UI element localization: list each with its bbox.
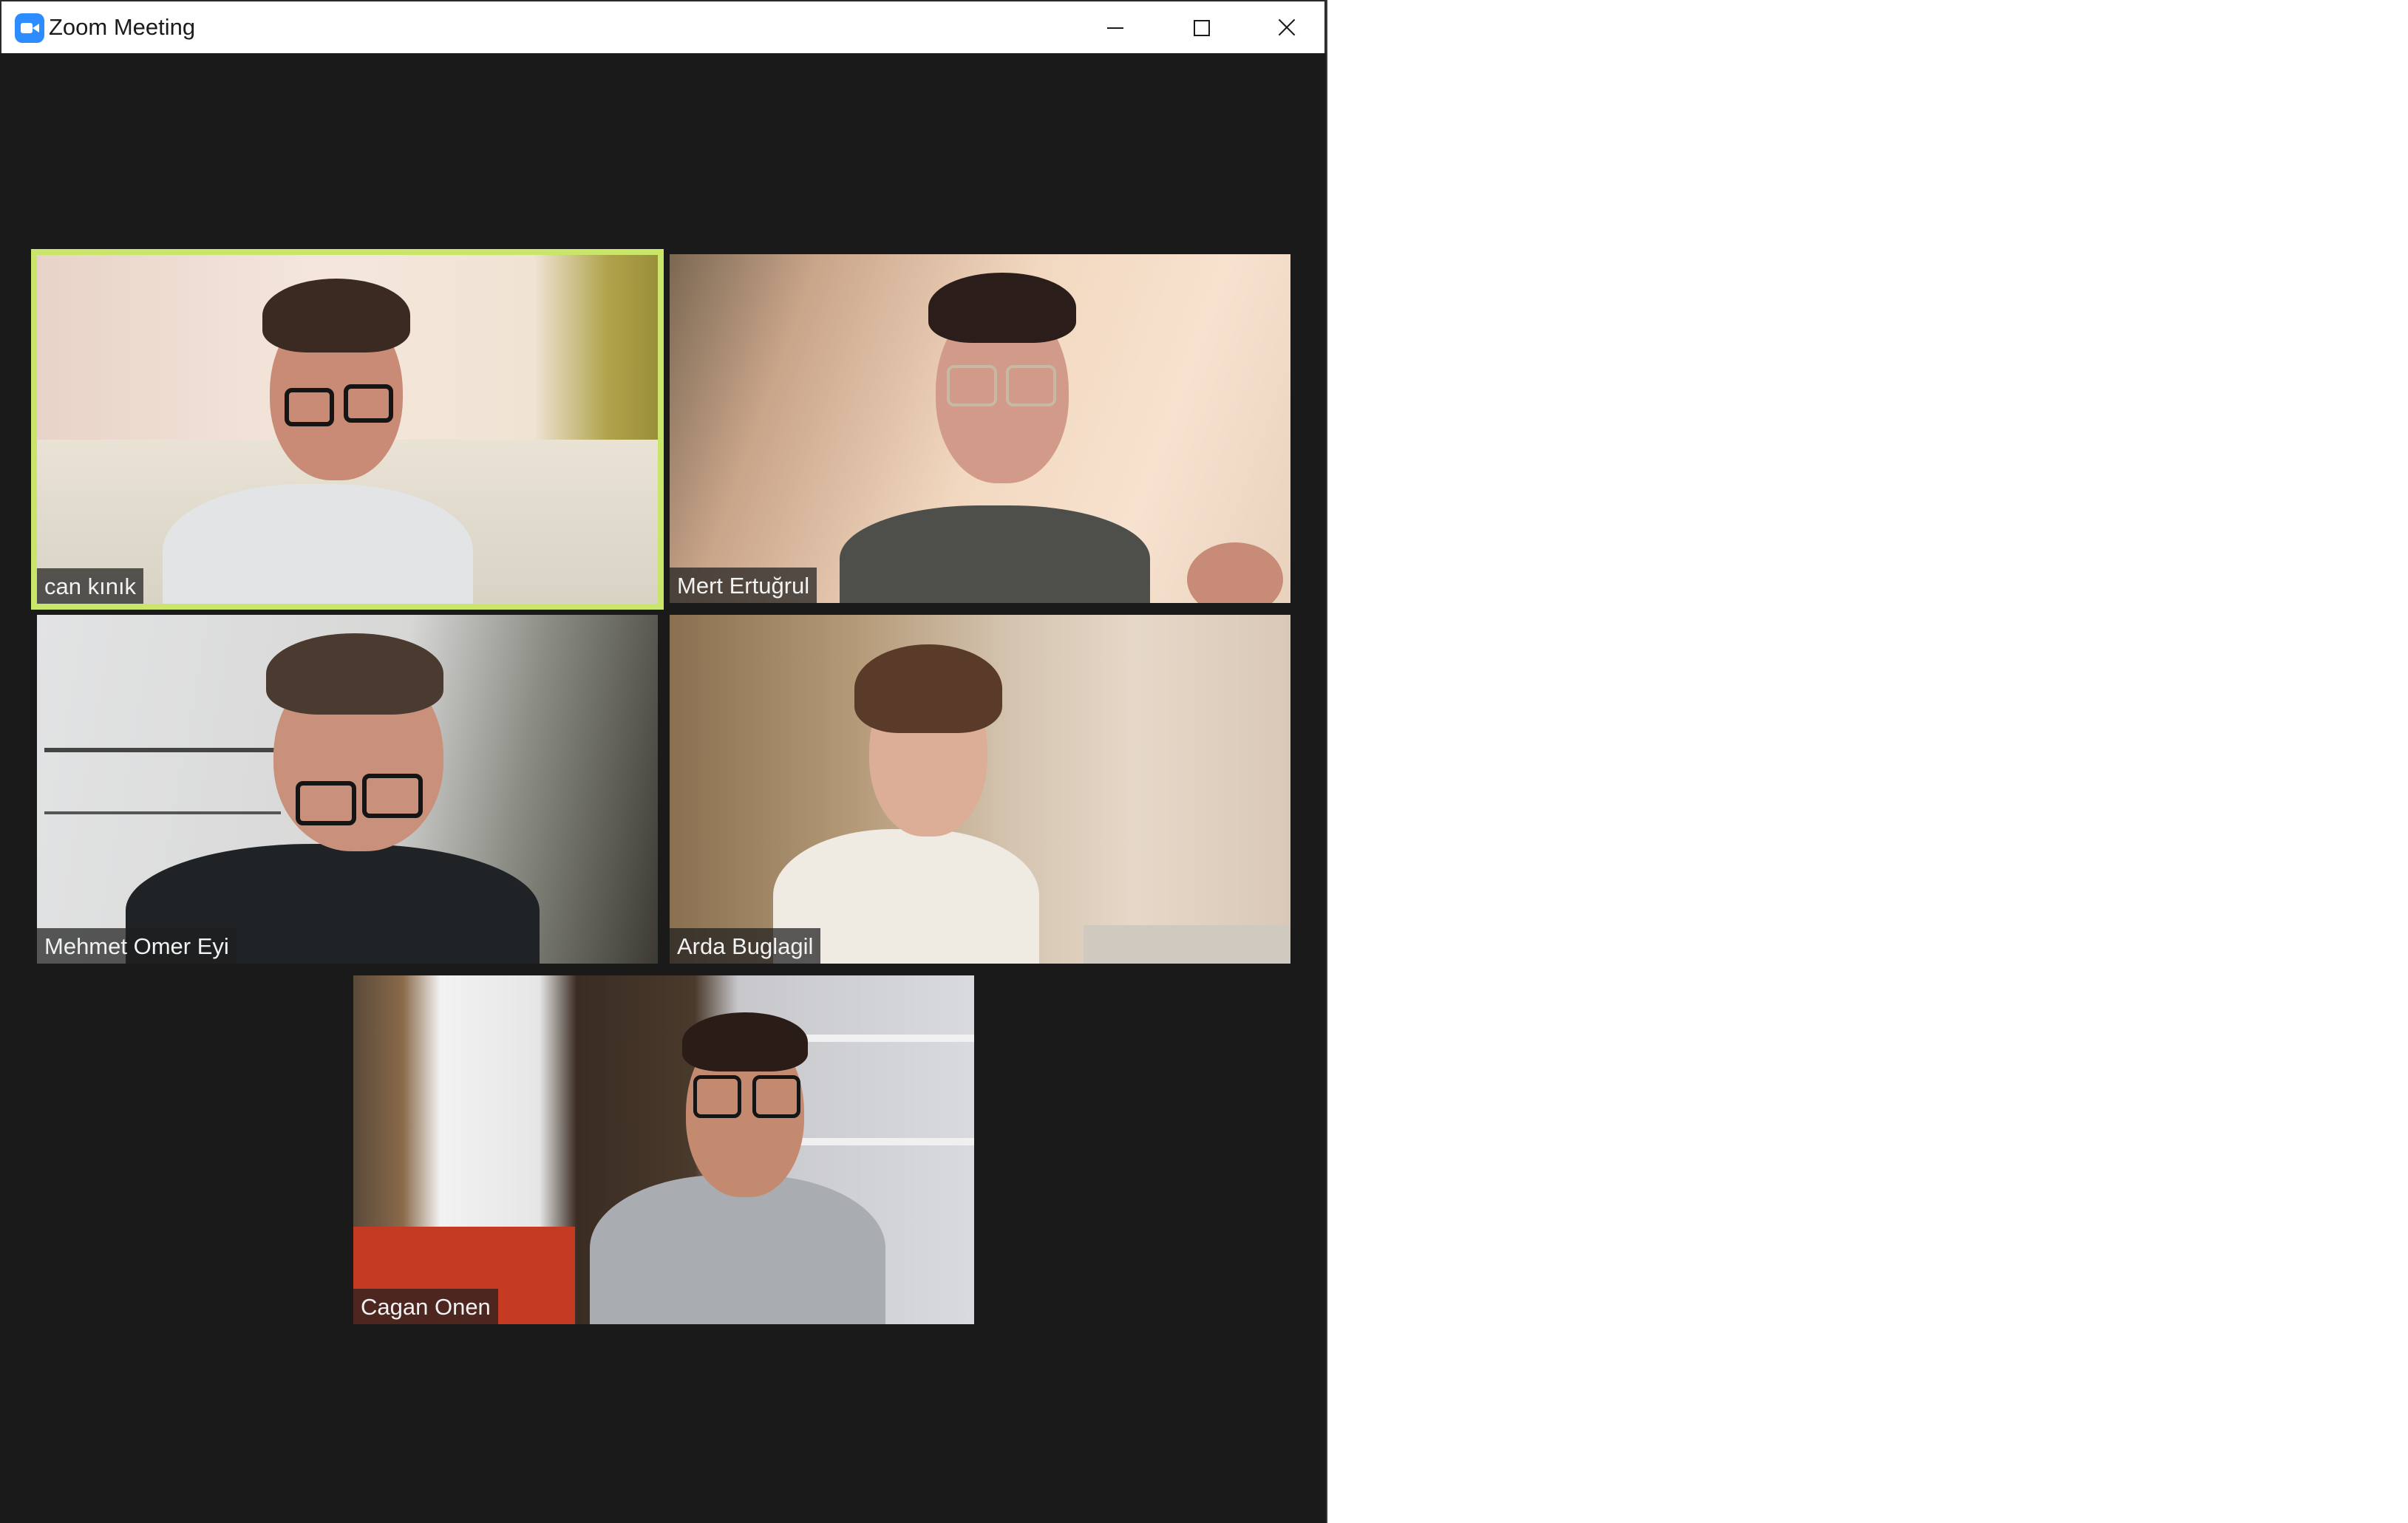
- video-tile-arda-buglagil[interactable]: Arda Buglagil: [670, 615, 1290, 964]
- zoom-meeting-window: Zoom Meeting can kınık Mert Ertuğrul Meh…: [0, 0, 1327, 1523]
- participant-name: Mert Ertuğrul: [670, 568, 817, 603]
- video-tile-mert-ertugrul[interactable]: Mert Ertuğrul: [670, 254, 1290, 603]
- participant-name: Cagan Onen: [353, 1289, 498, 1324]
- minimize-button[interactable]: [1072, 1, 1157, 53]
- participant-video: [817, 262, 1187, 603]
- window-title: Zoom Meeting: [49, 14, 196, 40]
- participant-name: can kınık: [37, 568, 144, 604]
- video-tile-cagan-onen[interactable]: Cagan Onen: [353, 975, 974, 1324]
- participant-video: [744, 644, 1128, 964]
- minimize-icon: [1107, 27, 1123, 29]
- maximize-button[interactable]: [1157, 1, 1243, 53]
- video-tile-mehmet-omer-eyi[interactable]: Mehmet Omer Eyi: [37, 615, 658, 964]
- participant-video: [560, 1005, 930, 1324]
- zoom-app-icon: [15, 13, 44, 43]
- close-icon: [1277, 18, 1296, 37]
- close-button[interactable]: [1243, 1, 1329, 53]
- video-gallery: can kınık Mert Ertuğrul Mehmet Omer Eyi: [0, 53, 1326, 1523]
- participant-video: [148, 262, 517, 604]
- participant-name: Mehmet Omer Eyi: [37, 928, 237, 964]
- participant-name: Arda Buglagil: [670, 928, 821, 964]
- room-object: [1187, 542, 1283, 603]
- video-tile-can-kinik[interactable]: can kınık: [31, 249, 664, 610]
- maximize-icon: [1194, 20, 1210, 36]
- title-bar[interactable]: Zoom Meeting: [0, 0, 1326, 53]
- participant-video: [126, 622, 540, 964]
